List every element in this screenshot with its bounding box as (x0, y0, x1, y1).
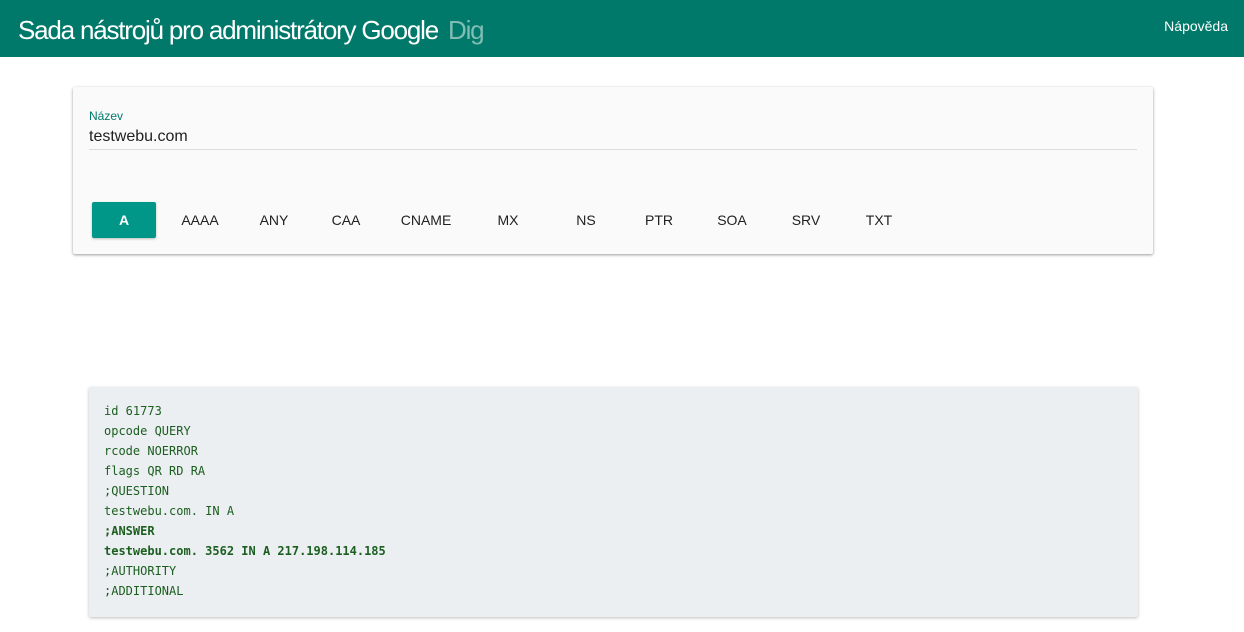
result-line: flags QR RD RA (104, 464, 206, 478)
result-line: rcode NOERROR (104, 444, 198, 458)
result-line: id 61773 (104, 404, 162, 418)
record-type-aaaa-button[interactable]: AAAA (163, 202, 237, 238)
record-type-a-button[interactable]: A (92, 202, 156, 238)
record-type-any-button[interactable]: ANY (237, 202, 311, 238)
app-title[interactable]: Sada nástrojů pro administrátory Google D… (18, 13, 485, 47)
record-type-soa-button[interactable]: SOA (695, 202, 769, 238)
app-title-text: Sada nástrojů pro administrátory Google (18, 15, 439, 45)
result-line: testwebu.com. IN A (104, 504, 235, 518)
record-type-ns-button[interactable]: NS (549, 202, 623, 238)
name-input[interactable] (89, 125, 1137, 150)
result-line: testwebu.com. 3562 IN A 217.198.114.185 (104, 544, 386, 558)
result-line: ;AUTHORITY (104, 564, 177, 578)
dig-result-panel: id 61773 opcode QUERY rcode NOERROR flags Q… (89, 387, 1138, 617)
name-field-label: Název (89, 109, 124, 123)
record-type-cname-button[interactable]: CNAME (381, 202, 471, 238)
result-line: opcode QUERY (104, 424, 191, 438)
record-type-srv-button[interactable]: SRV (769, 202, 843, 238)
record-type-ptr-button[interactable]: PTR (622, 202, 696, 238)
help-link[interactable]: Nápověda (1164, 17, 1228, 35)
app-header: Sada nástrojů pro administrátory Google D… (0, 0, 1244, 57)
result-line: ;ANSWER (104, 524, 155, 538)
record-type-mx-button[interactable]: MX (476, 202, 540, 238)
query-card: Název AAAAAANYCAACNAMEMXNSPTRSOASRVTXT (73, 87, 1153, 254)
result-line: ;QUESTION (104, 484, 170, 498)
app-subtitle: Dig (448, 15, 485, 45)
record-type-caa-button[interactable]: CAA (309, 202, 383, 238)
dig-result-lines: id 61773 opcode QUERY rcode NOERROR flags Q… (104, 401, 386, 601)
result-line: ;ADDITIONAL (104, 584, 184, 598)
record-type-txt-button[interactable]: TXT (842, 202, 916, 238)
